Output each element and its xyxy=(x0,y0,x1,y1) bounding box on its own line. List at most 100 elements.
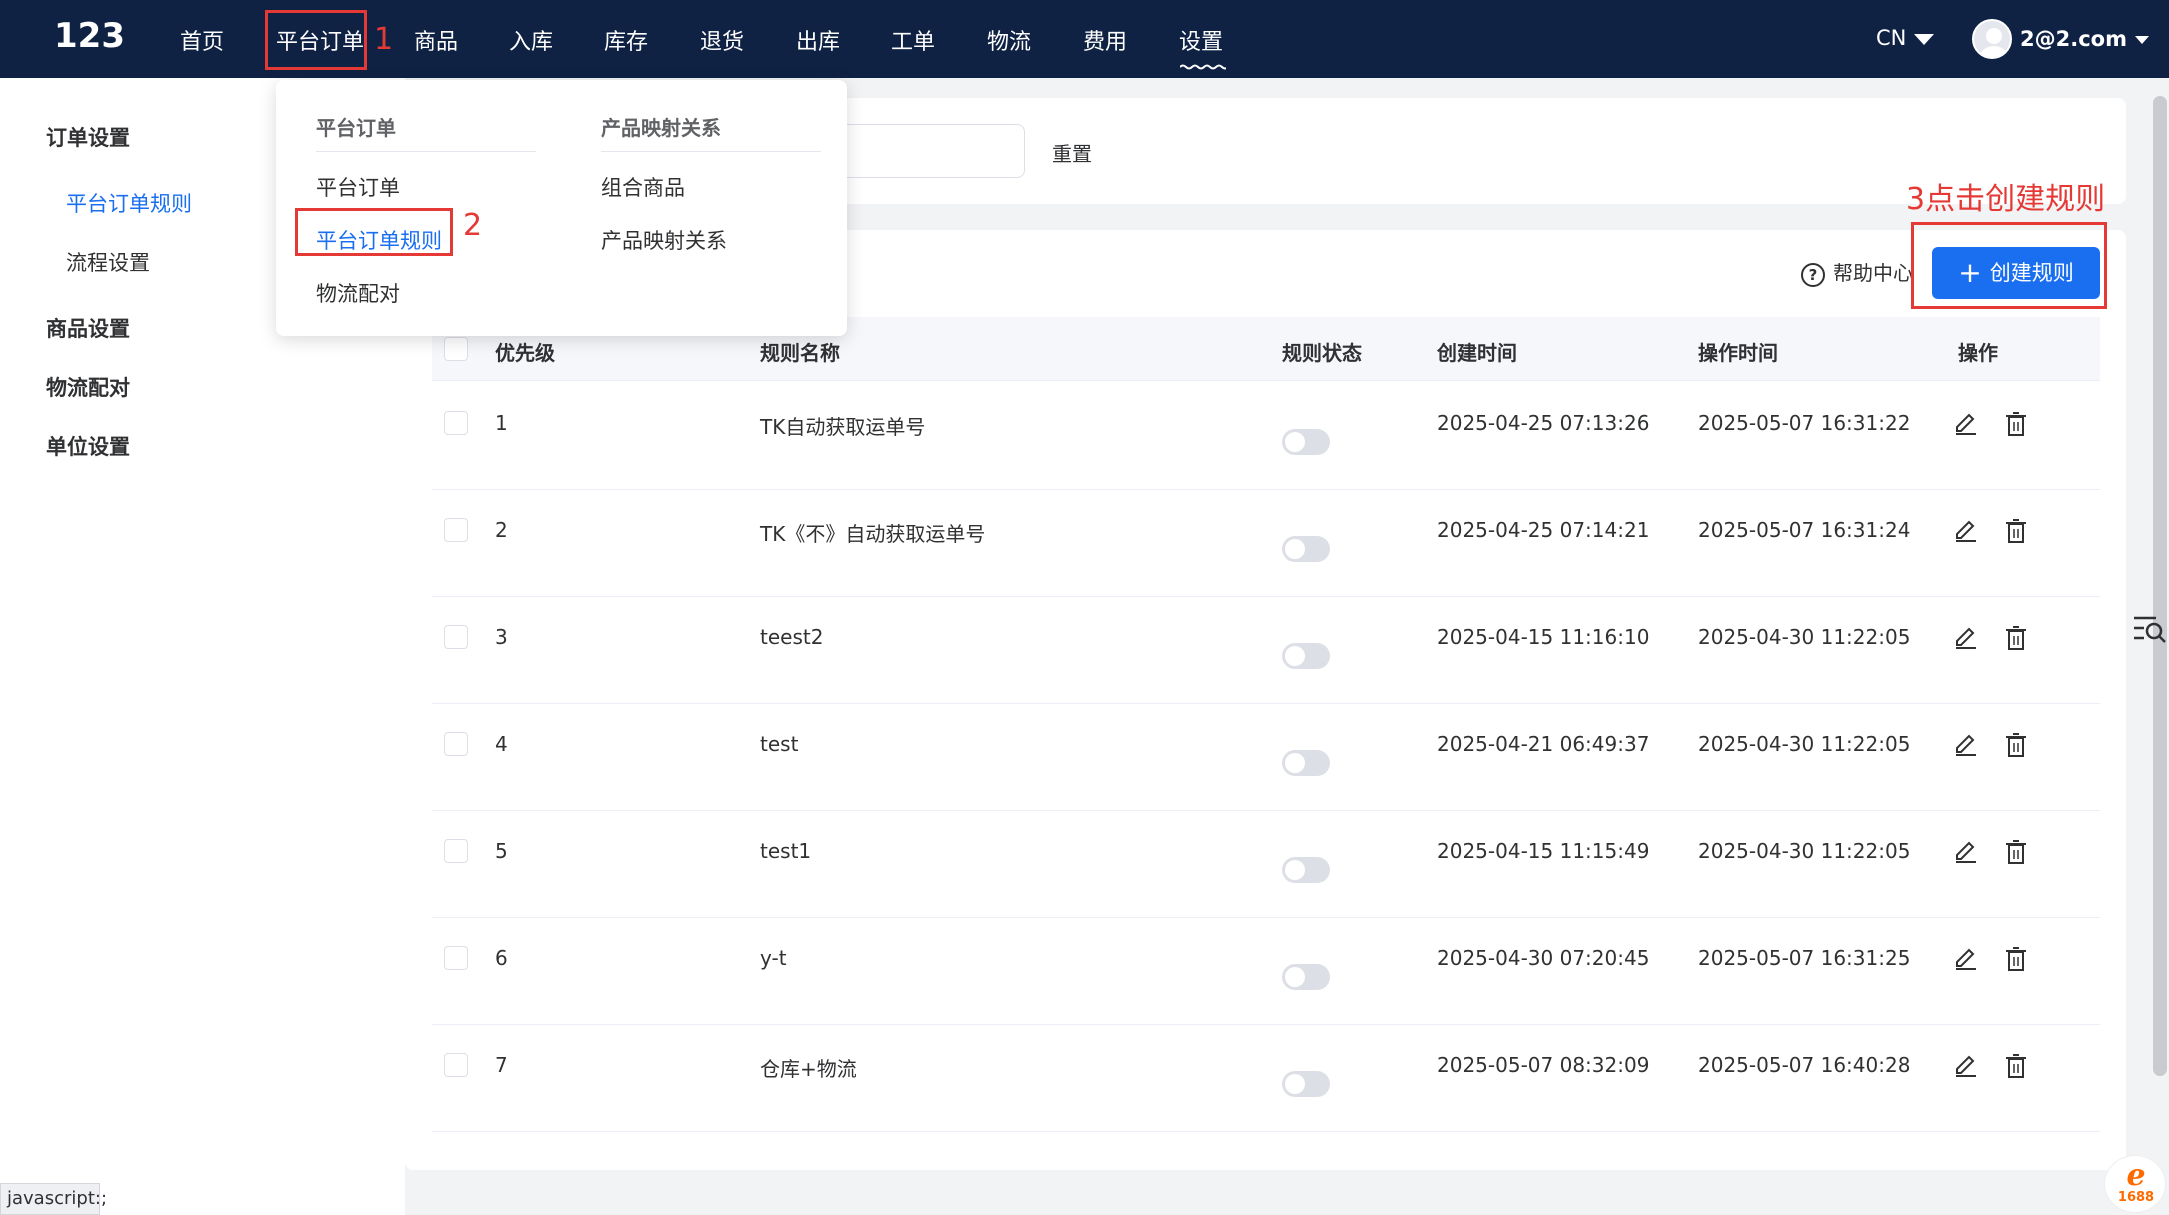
annotation-step-3: 3点击创建规则 xyxy=(1906,182,2106,217)
dropdown-header-product-mapping: 产品映射关系 xyxy=(601,112,821,152)
cell-created-time: 2025-04-21 06:49:37 xyxy=(1437,732,1650,756)
app-logo[interactable]: 123 xyxy=(54,16,125,56)
cell-rule-name: test xyxy=(760,732,799,756)
edit-icon[interactable] xyxy=(1953,1053,1979,1079)
cell-updated-time: 2025-04-30 11:22:05 xyxy=(1698,839,1911,863)
nav-home[interactable]: 首页 xyxy=(180,24,224,56)
cell-updated-time: 2025-05-07 16:31:24 xyxy=(1698,518,1911,542)
col-priority: 优先级 xyxy=(495,341,555,365)
filter-search-icon[interactable] xyxy=(2132,614,2168,646)
nav-inbound[interactable]: 入库 xyxy=(509,24,553,56)
row-checkbox[interactable] xyxy=(444,839,468,863)
help-center-link[interactable]: ? 帮助中心 xyxy=(1801,257,1913,287)
table-row: 2 TK《不》自动获取运单号 2025-04-25 07:14:21 2025-05-… xyxy=(432,490,2100,597)
user-icon xyxy=(1980,28,2008,57)
annotation-box-1 xyxy=(265,10,367,70)
nav-products[interactable]: 商品 xyxy=(414,24,458,56)
annotation-step-2: 2 xyxy=(463,208,483,243)
page-scrollbar[interactable] xyxy=(2153,96,2167,1076)
cell-rule-name: TK《不》自动获取运单号 xyxy=(760,522,986,546)
delete-icon[interactable] xyxy=(2005,411,2027,437)
delete-icon[interactable] xyxy=(2005,732,2027,758)
col-created-time: 创建时间 xyxy=(1437,341,1517,365)
delete-icon[interactable] xyxy=(2005,625,2027,651)
annotation-box-2 xyxy=(295,208,453,256)
table-row: 7 仓库+物流 2025-05-07 08:32:09 2025-05-07 16:4… xyxy=(432,1025,2100,1132)
rule-status-toggle[interactable] xyxy=(1282,1071,1330,1097)
sidebar-group-logistics-matching[interactable]: 物流配对 xyxy=(46,372,130,402)
rule-status-toggle[interactable] xyxy=(1282,750,1330,776)
dropdown-item-combo-products[interactable]: 组合商品 xyxy=(601,172,685,202)
cell-priority: 2 xyxy=(495,518,508,542)
row-checkbox[interactable] xyxy=(444,732,468,756)
delete-icon[interactable] xyxy=(2005,839,2027,865)
cell-created-time: 2025-04-15 11:16:10 xyxy=(1437,625,1650,649)
reset-button[interactable]: 重置 xyxy=(1052,138,1092,167)
cell-rule-name: teest2 xyxy=(760,625,824,649)
cell-created-time: 2025-04-25 07:14:21 xyxy=(1437,518,1650,542)
table-row: 6 y-t 2025-04-30 07:20:45 2025-05-07 16:31:… xyxy=(432,918,2100,1025)
sidebar-item-process-settings[interactable]: 流程设置 xyxy=(66,247,150,277)
rule-status-toggle[interactable] xyxy=(1282,643,1330,669)
sidebar-group-product-settings[interactable]: 商品设置 xyxy=(46,313,130,343)
cell-updated-time: 2025-05-07 16:31:25 xyxy=(1698,946,1911,970)
cell-rule-name: TK自动获取运单号 xyxy=(760,415,926,439)
table-row: 4 test 2025-04-21 06:49:37 2025-04-30 11:22… xyxy=(432,704,2100,811)
rule-status-toggle[interactable] xyxy=(1282,536,1330,562)
edit-icon[interactable] xyxy=(1953,411,1979,437)
annotation-step-1: 1 xyxy=(374,22,394,57)
row-checkbox[interactable] xyxy=(444,518,468,542)
sidebar-item-platform-order-rules[interactable]: 平台订单规则 xyxy=(66,188,192,218)
nav-fees[interactable]: 费用 xyxy=(1083,24,1127,56)
nav-settings[interactable]: 设置 xyxy=(1179,24,1223,56)
edit-icon[interactable] xyxy=(1953,839,1979,865)
search-input[interactable] xyxy=(822,124,1025,178)
edit-icon[interactable] xyxy=(1953,625,1979,651)
cell-updated-time: 2025-05-07 16:31:22 xyxy=(1698,411,1911,435)
chevron-down-icon xyxy=(1914,33,1935,45)
col-actions: 操作 xyxy=(1958,341,1998,365)
delete-icon[interactable] xyxy=(2005,1053,2027,1079)
language-selector[interactable]: CN xyxy=(1876,26,1935,50)
nav-logistics[interactable]: 物流 xyxy=(987,24,1031,56)
sidebar-group-unit-settings[interactable]: 单位设置 xyxy=(46,431,130,461)
dropdown-item-logistics-matching[interactable]: 物流配对 xyxy=(316,278,400,308)
cell-created-time: 2025-04-30 07:20:45 xyxy=(1437,946,1650,970)
row-checkbox[interactable] xyxy=(444,1053,468,1077)
table-row: 1 TK自动获取运单号 2025-04-25 07:13:26 2025-05-07 … xyxy=(432,383,2100,490)
edit-icon[interactable] xyxy=(1953,732,1979,758)
select-all-checkbox[interactable] xyxy=(444,337,468,361)
dropdown-item-platform-orders[interactable]: 平台订单 xyxy=(316,172,400,202)
1688-badge[interactable]: e 1688 xyxy=(2104,1155,2166,1213)
rule-status-toggle[interactable] xyxy=(1282,857,1330,883)
nav-inventory[interactable]: 库存 xyxy=(604,24,648,56)
dropdown-item-product-mapping[interactable]: 产品映射关系 xyxy=(601,225,727,255)
delete-icon[interactable] xyxy=(2005,946,2027,972)
table-row: 3 teest2 2025-04-15 11:16:10 2025-04-30 11:… xyxy=(432,597,2100,704)
col-rule-status: 规则状态 xyxy=(1282,341,1362,365)
edit-icon[interactable] xyxy=(1953,946,1979,972)
row-checkbox[interactable] xyxy=(444,625,468,649)
dropdown-header-platform-orders: 平台订单 xyxy=(316,112,536,152)
sidebar-group-order-settings[interactable]: 订单设置 xyxy=(46,122,130,152)
question-icon: ? xyxy=(1801,262,1825,287)
cell-created-time: 2025-04-25 07:13:26 xyxy=(1437,411,1650,435)
nav-workorders[interactable]: 工单 xyxy=(891,24,935,56)
nav-outbound[interactable]: 出库 xyxy=(796,24,840,56)
1688-logo-icon: e xyxy=(2126,1158,2146,1193)
avatar[interactable] xyxy=(1972,19,2012,59)
user-menu[interactable]: 2@2.com xyxy=(2020,27,2149,51)
cell-priority: 5 xyxy=(495,839,508,863)
cell-priority: 7 xyxy=(495,1053,508,1077)
edit-icon[interactable] xyxy=(1953,518,1979,544)
cell-rule-name: 仓库+物流 xyxy=(760,1057,857,1081)
rule-status-toggle[interactable] xyxy=(1282,964,1330,990)
delete-icon[interactable] xyxy=(2005,518,2027,544)
row-checkbox[interactable] xyxy=(444,946,468,970)
row-checkbox[interactable] xyxy=(444,411,468,435)
rule-status-toggle[interactable] xyxy=(1282,429,1330,455)
cell-priority: 3 xyxy=(495,625,508,649)
cell-updated-time: 2025-04-30 11:22:05 xyxy=(1698,625,1911,649)
active-nav-indicator xyxy=(1180,64,1226,70)
nav-returns[interactable]: 退货 xyxy=(700,24,744,56)
